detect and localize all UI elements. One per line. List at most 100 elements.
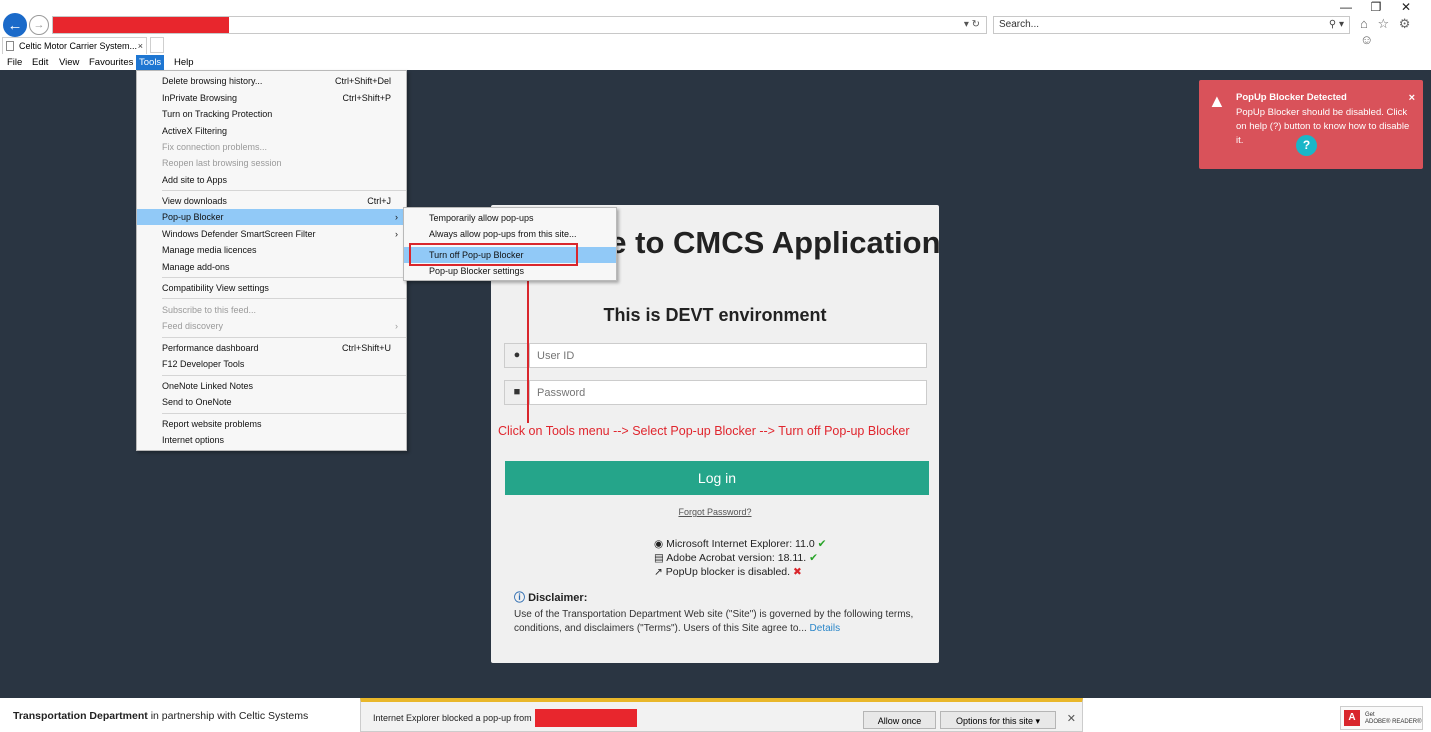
- menu-help[interactable]: Help: [171, 55, 197, 70]
- toast-title: PopUp Blocker Detected: [1236, 92, 1347, 103]
- submenu-item-always-allow[interactable]: Always allow pop-ups from this site...: [404, 226, 616, 242]
- close-window-icon[interactable]: ✕: [1391, 0, 1421, 14]
- menu-file[interactable]: File: [4, 55, 25, 70]
- adobe-logo-icon: A: [1344, 710, 1360, 726]
- tools-menu: Delete browsing history... Ctrl+Shift+Del…: [136, 70, 407, 451]
- disclaimer-text: Use of the Transportation Department Web…: [514, 609, 914, 634]
- globe-icon: ◉: [654, 538, 664, 550]
- submenu-item-temporarily-allow[interactable]: Temporarily allow pop-ups: [404, 210, 616, 226]
- tab-title: Celtic Motor Carrier System...: [19, 41, 138, 51]
- external-link-icon: ↗: [654, 566, 663, 578]
- info-icon: ⓘ: [514, 592, 525, 604]
- address-bar-row: ← → ▾ ↻ Search... ⚲ ▾ ⌂ ☆ ⚙ ☺ — ❐ ✕: [0, 0, 1431, 47]
- menu-item-internet-options[interactable]: Internet options: [137, 432, 406, 448]
- password-field[interactable]: ■: [504, 380, 927, 405]
- footer-tagline: in partnership with Celtic Systems: [147, 710, 309, 722]
- allow-once-button[interactable]: Allow once: [863, 711, 936, 729]
- check-icon: ✔: [817, 538, 827, 550]
- warning-icon: ▲: [1208, 91, 1226, 111]
- menu-favourites[interactable]: Favourites: [86, 55, 136, 70]
- menu-separator: [162, 190, 406, 191]
- submenu-arrow-icon: ›: [395, 229, 398, 239]
- menu-item-popup-blocker[interactable]: Pop-up Blocker ›: [137, 209, 406, 225]
- adobe-reader-badge[interactable]: A Get ADOBE® READER®: [1340, 706, 1423, 730]
- menu-item-subscribe-feed: Subscribe to this feed...: [162, 305, 257, 315]
- menu-tools[interactable]: Tools: [136, 55, 165, 70]
- toast-body: PopUp Blocker should be disabled. Click …: [1236, 107, 1410, 146]
- document-icon: ▤: [654, 552, 664, 564]
- menu-item-report-problems[interactable]: Report website problems: [137, 416, 406, 432]
- environment-title: This is DEVT environment: [603, 305, 827, 325]
- annotation-arrow-line: [527, 275, 529, 423]
- menu-separator: [162, 337, 406, 338]
- login-button[interactable]: Log in: [505, 461, 929, 495]
- menu-item-f12-tools[interactable]: F12 Developer Tools: [137, 356, 406, 372]
- menu-item-feed-discovery: Feed discovery ›: [137, 318, 406, 334]
- menu-item-performance[interactable]: Performance dashboard Ctrl+Shift+U: [137, 340, 406, 356]
- menu-item-inprivate[interactable]: InPrivate Browsing Ctrl+Shift+P: [137, 90, 406, 106]
- menu-item-add-site-apps[interactable]: Add site to Apps: [137, 172, 406, 188]
- menu-item-manage-addons[interactable]: Manage add-ons: [137, 259, 406, 275]
- menu-bar: File Edit View Favourites Tools Help: [0, 55, 1431, 70]
- submenu-arrow-icon: ›: [395, 321, 398, 331]
- menu-item-compat-view[interactable]: Compatibility View settings: [137, 280, 406, 296]
- redacted-site: [535, 709, 637, 727]
- help-button[interactable]: ?: [1296, 135, 1317, 156]
- browser-tab[interactable]: Celtic Motor Carrier System... ×: [2, 37, 147, 54]
- popup-blocked-notification: Internet Explorer blocked a pop-up from …: [360, 698, 1083, 732]
- url-field[interactable]: ▾ ↻: [52, 16, 987, 34]
- page-icon: [6, 41, 14, 51]
- details-link[interactable]: Details: [810, 623, 841, 634]
- search-field[interactable]: Search... ⚲ ▾: [993, 16, 1350, 34]
- bottom-area: Transportation Department in partnership…: [0, 698, 1431, 732]
- userid-input[interactable]: [535, 347, 919, 365]
- back-button[interactable]: ←: [3, 13, 27, 37]
- cross-icon: ✖: [792, 566, 802, 578]
- menu-item-activex[interactable]: ActiveX Filtering: [137, 123, 406, 139]
- tab-close-icon[interactable]: ×: [138, 38, 143, 54]
- redacted-url: [53, 17, 229, 33]
- tab-strip: Celtic Motor Carrier System... ×: [0, 37, 1431, 55]
- options-for-site-button[interactable]: Options for this site ▾: [940, 711, 1056, 729]
- notification-text: Internet Explorer blocked a pop-up from: [373, 713, 532, 723]
- page-footer: Transportation Department in partnership…: [13, 710, 308, 722]
- restore-icon[interactable]: ❐: [1361, 0, 1391, 14]
- menu-item-send-onenote[interactable]: Send to OneNote: [137, 394, 406, 410]
- minimize-icon[interactable]: —: [1331, 0, 1361, 14]
- menu-separator: [162, 413, 406, 414]
- forgot-password-link[interactable]: Forgot Password?: [491, 507, 939, 517]
- menu-item-reopen-session: Reopen last browsing session: [162, 158, 282, 168]
- notification-close-icon[interactable]: ✕: [1067, 712, 1076, 725]
- instruction-text: Click on Tools menu --> Select Pop-up Bl…: [498, 424, 910, 438]
- menu-item-media-licences[interactable]: Manage media licences: [137, 242, 406, 258]
- userid-field[interactable]: ●: [504, 343, 927, 368]
- menu-separator: [162, 298, 406, 299]
- search-icon[interactable]: ⚲ ▾: [1329, 17, 1344, 33]
- check-icon: ✔: [809, 552, 818, 564]
- new-tab-button[interactable]: [150, 37, 164, 53]
- menu-separator: [162, 375, 406, 376]
- password-input[interactable]: [535, 384, 919, 402]
- menu-item-view-downloads[interactable]: View downloads Ctrl+J: [137, 193, 406, 209]
- list-item: ◉ Microsoft Internet Explorer: 11.0 ✔: [654, 538, 827, 550]
- back-arrow-icon: ←: [7, 16, 23, 34]
- menu-edit[interactable]: Edit: [29, 55, 51, 70]
- toast-close-icon[interactable]: ×: [1409, 92, 1415, 104]
- annotation-highlight-box: [409, 243, 578, 266]
- menu-view[interactable]: View: [56, 55, 82, 70]
- refresh-icon[interactable]: ▾ ↻: [964, 17, 980, 33]
- footer-brand: Transportation Department: [13, 710, 148, 722]
- menu-separator: [162, 277, 406, 278]
- menu-item-delete-history[interactable]: Delete browsing history... Ctrl+Shift+Del: [137, 73, 406, 89]
- forward-arrow-icon: →: [33, 19, 45, 31]
- list-item: ↗ PopUp blocker is disabled. ✖: [654, 566, 802, 578]
- forward-button[interactable]: →: [29, 15, 49, 35]
- requirements-list: ◉ Microsoft Internet Explorer: 11.0 ✔ ▤ …: [654, 537, 826, 579]
- menu-item-fix-connection: Fix connection problems...: [162, 142, 268, 152]
- disclaimer-heading: ⓘ Disclaimer:: [514, 592, 588, 604]
- menu-item-tracking-protection[interactable]: Turn on Tracking Protection: [137, 106, 406, 122]
- popup-blocker-toast: ▲ PopUp Blocker Detected × PopUp Blocker…: [1199, 80, 1423, 169]
- menu-item-smartscreen[interactable]: Windows Defender SmartScreen Filter ›: [137, 226, 406, 242]
- menu-item-onenote-linked[interactable]: OneNote Linked Notes: [137, 378, 406, 394]
- list-item: ▤ Adobe Acrobat version: 18.11. ✔: [654, 552, 818, 564]
